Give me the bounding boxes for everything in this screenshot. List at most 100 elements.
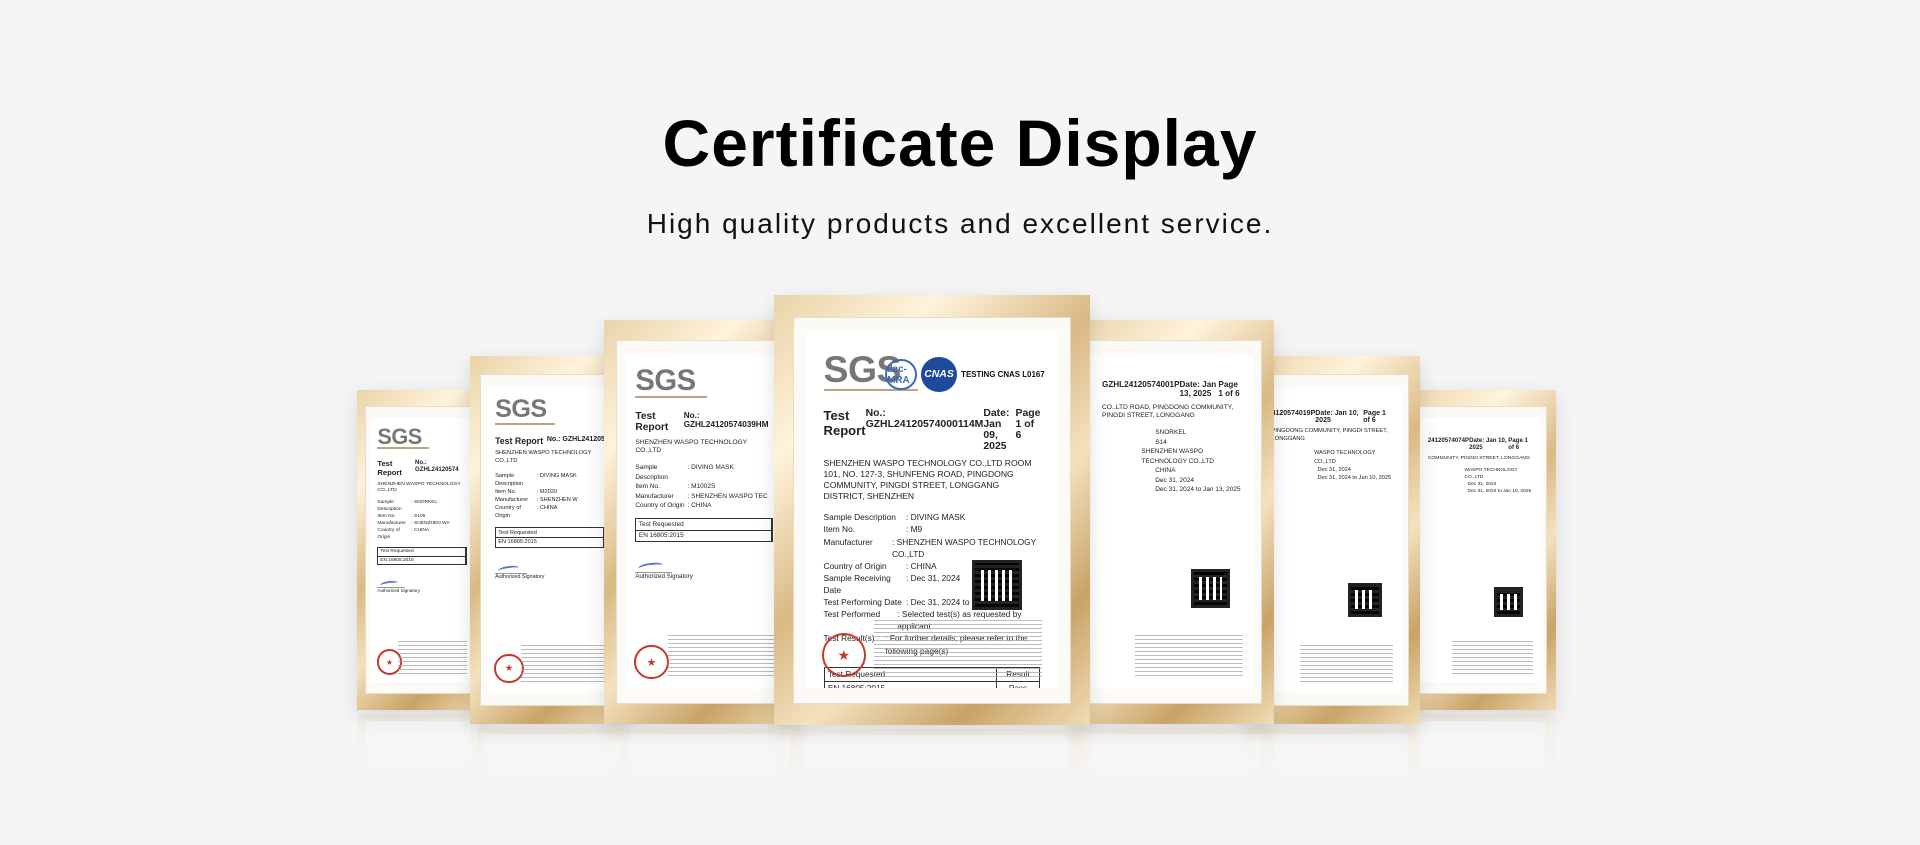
detail-value: : CHINA — [687, 502, 712, 510]
report-date: Date: Jan 10, 2025 — [1315, 409, 1359, 424]
detail-value: : DIVING MASK — [905, 512, 966, 523]
detail-row: Item No.: M1002S — [635, 482, 772, 491]
testing-label: TESTING CNAS L0167 — [961, 370, 1045, 380]
certificate-mat: SGS Test Report No.: GZHL24120574 SHENZHEN … — [364, 406, 480, 694]
test-table-row: EN 16805:2015 — [636, 530, 772, 541]
detail-value: : DIVING MASK — [687, 464, 734, 472]
certificate-frame[interactable]: SGS ilac-MRA CNAS TESTING CNAS L0167 Test Re… — [774, 295, 1090, 725]
cnas-icon: CNAS — [921, 356, 957, 393]
detail-key: Item No. — [823, 524, 856, 535]
detail-row: Country of Origin : CHINA — [495, 504, 605, 520]
certificate-frame[interactable]: GZHL24120574001P Date: Jan 13, 2025 Page 1… — [1070, 320, 1274, 724]
sample-details: Sample Description : DIVING MASK Item No.:… — [635, 463, 772, 510]
detail-value: : M2020 — [536, 488, 558, 495]
detail-row: Country of Origin: CHINA — [377, 527, 466, 541]
applicant-address: COMMUNITY, PINGDI STREET, LONGGANG — [1427, 454, 1530, 461]
detail-value: S14 — [1155, 438, 1167, 446]
detail-value: Dec 31, 2024 — [1467, 481, 1497, 487]
detail-value: : M9 — [905, 524, 923, 535]
sample-details: Sample Description: SNORKEL Item No.: S10… — [377, 499, 466, 541]
certificate-document: SGS Test Report No.: GZHL24120574 SHENZHEN … — [370, 417, 474, 683]
test-table-header: Test Requested — [378, 548, 466, 557]
detail-key: Manufacturer — [495, 497, 529, 504]
detail-key: Test Performing Date — [823, 597, 902, 608]
sample-details: SNORKEL S14 SHENZHEN WASPO TECHNOLOGY CO.,… — [1102, 428, 1242, 494]
certificate-frame[interactable]: SGS Test Report No.: GZHL24120574 SHENZHEN … — [357, 390, 487, 710]
report-number: No.: GZHL24120574000114M — [865, 407, 984, 430]
detail-row: Dec 31, 2024 — [1272, 466, 1393, 474]
qr-code-icon — [1190, 568, 1231, 609]
test-requested-label: Test Requested — [496, 528, 604, 537]
detail-value: : M1002S — [687, 483, 716, 491]
report-title: Test Report — [495, 435, 544, 446]
detail-value: : CHINA — [905, 560, 937, 571]
test-table-row: EN 16805:2015 — [496, 537, 604, 547]
signature-block: Authorized Signatory — [377, 579, 466, 594]
detail-key — [1428, 467, 1465, 481]
detail-row: WASPO TECHNOLOGY CO.,LTD — [1272, 449, 1393, 465]
certificate-mat: SGS Test Report No.: GZHL241205 SHENZHEN WA… — [479, 374, 621, 706]
detail-key: Country of Origin — [377, 528, 400, 541]
applicant-address: PINGDONG COMMUNITY, PINGDI STREET, LONGG… — [1271, 428, 1388, 442]
fine-print — [1299, 644, 1394, 684]
detail-key: Country of Origin — [823, 560, 887, 571]
signature-mark — [377, 579, 406, 588]
detail-key: Item No. — [377, 514, 396, 520]
detail-row: Manufacturer : SHENZHEN W — [495, 496, 605, 504]
test-table: Test Requested EN 16805:2015 — [377, 547, 467, 565]
detail-row: Country of Origin: CHINA — [635, 501, 772, 510]
applicant-address: SHENZHEN WASPO TECHNOLOGY CO.,LTD — [635, 438, 748, 455]
detail-key: Sample Receiving Date — [823, 572, 891, 595]
fine-print — [874, 620, 1043, 678]
sgs-seal-icon — [494, 653, 524, 684]
report-page: Page 1 of 6 — [1218, 380, 1240, 399]
report-title: Test Report — [823, 407, 866, 438]
report-number: 24120574074P — [1427, 436, 1470, 444]
ilac-mra-icon: ilac-MRA — [885, 358, 917, 391]
report-date: Date: Jan 09, 2025 — [983, 407, 1010, 452]
detail-key: Sample Description — [495, 472, 524, 487]
detail-key: Sample Description — [635, 464, 668, 481]
detail-row: Sample Description : DIVING MASK — [635, 463, 772, 482]
qr-code-icon — [1348, 582, 1383, 617]
detail-row: Item No.: S105 — [377, 513, 466, 520]
certificate-frame[interactable]: 24120574074P Date: Jan 10, 2025 Page 1 of … — [1404, 390, 1556, 710]
report-date: Date: Jan 10, 2025 — [1469, 436, 1507, 451]
applicant-address: SHENZHEN WASPO TECHNOLOGY CO.,LTD — [377, 480, 461, 494]
report-title: Test Report — [635, 411, 669, 434]
report-header: Test Report No.: GZHL241205 — [495, 436, 605, 446]
sample-details: WASPO TECHNOLOGY CO.,LTD Dec 31, 2024 Dec … — [1272, 449, 1393, 482]
detail-value: SNORKEL — [1155, 429, 1187, 437]
detail-key: Country of Origin — [495, 505, 521, 520]
detail-value: : Dec 31, 2024 — [905, 572, 961, 583]
detail-row: SHENZHEN WASPO TECHNOLOGY CO.,LTD — [1102, 447, 1242, 466]
certificate-document: 4120574019P Date: Jan 10, 2025 Page 1 of 6… — [1262, 387, 1402, 693]
detail-row: Dec 31, 2024 to Jan 10, 2025 — [1428, 488, 1532, 495]
signature-block: Authorized Signatory — [635, 560, 772, 580]
detail-value: : SHENZHEN W — [536, 497, 578, 504]
test-table-header: Test Requested — [496, 528, 604, 538]
certificate-document: 24120574074P Date: Jan 10, 2025 Page 1 of … — [1419, 417, 1541, 683]
certificate-mat: 4120574019P Date: Jan 10, 2025 Page 1 of 6… — [1254, 374, 1410, 706]
applicant-address: CO.,LTD ROAD, PINGDONG COMMUNITY, PINGDI… — [1101, 403, 1234, 420]
sgs-seal-icon — [634, 644, 669, 680]
detail-row: Manufacturer: SHENZHEN WASPO TEC — [635, 492, 772, 501]
detail-key — [1102, 466, 1155, 475]
sample-details: Sample Description: DIVING MASK Item No.:… — [495, 472, 605, 521]
detail-value: : SHENZHEN WASPO TEC — [687, 492, 768, 500]
detail-key — [1102, 447, 1141, 466]
detail-key — [1102, 485, 1155, 494]
detail-key — [1272, 474, 1318, 482]
certificate-reflection — [357, 714, 487, 845]
certificate-mat: 24120574074P Date: Jan 10, 2025 Page 1 of … — [1413, 406, 1547, 694]
certificate-reflection — [774, 729, 1090, 845]
applicant-address: SHENZHEN WASPO TECHNOLOGY CO.,LTD ROOM 1… — [823, 458, 1032, 501]
detail-key — [1102, 476, 1155, 485]
detail-value: : CHINA — [536, 505, 558, 512]
test-table-row: EN 16805:2015Pass — [825, 681, 1040, 689]
detail-value: Dec 31, 2024 to Jan 10, 2025 — [1317, 474, 1392, 481]
accreditation-logos: ilac-MRA CNAS TESTING CNAS L0167 — [885, 356, 1045, 393]
test-standard: EN 16805:2015 — [825, 681, 997, 689]
detail-key — [1102, 438, 1155, 447]
detail-value: : SHENZHEN WA — [411, 521, 450, 527]
